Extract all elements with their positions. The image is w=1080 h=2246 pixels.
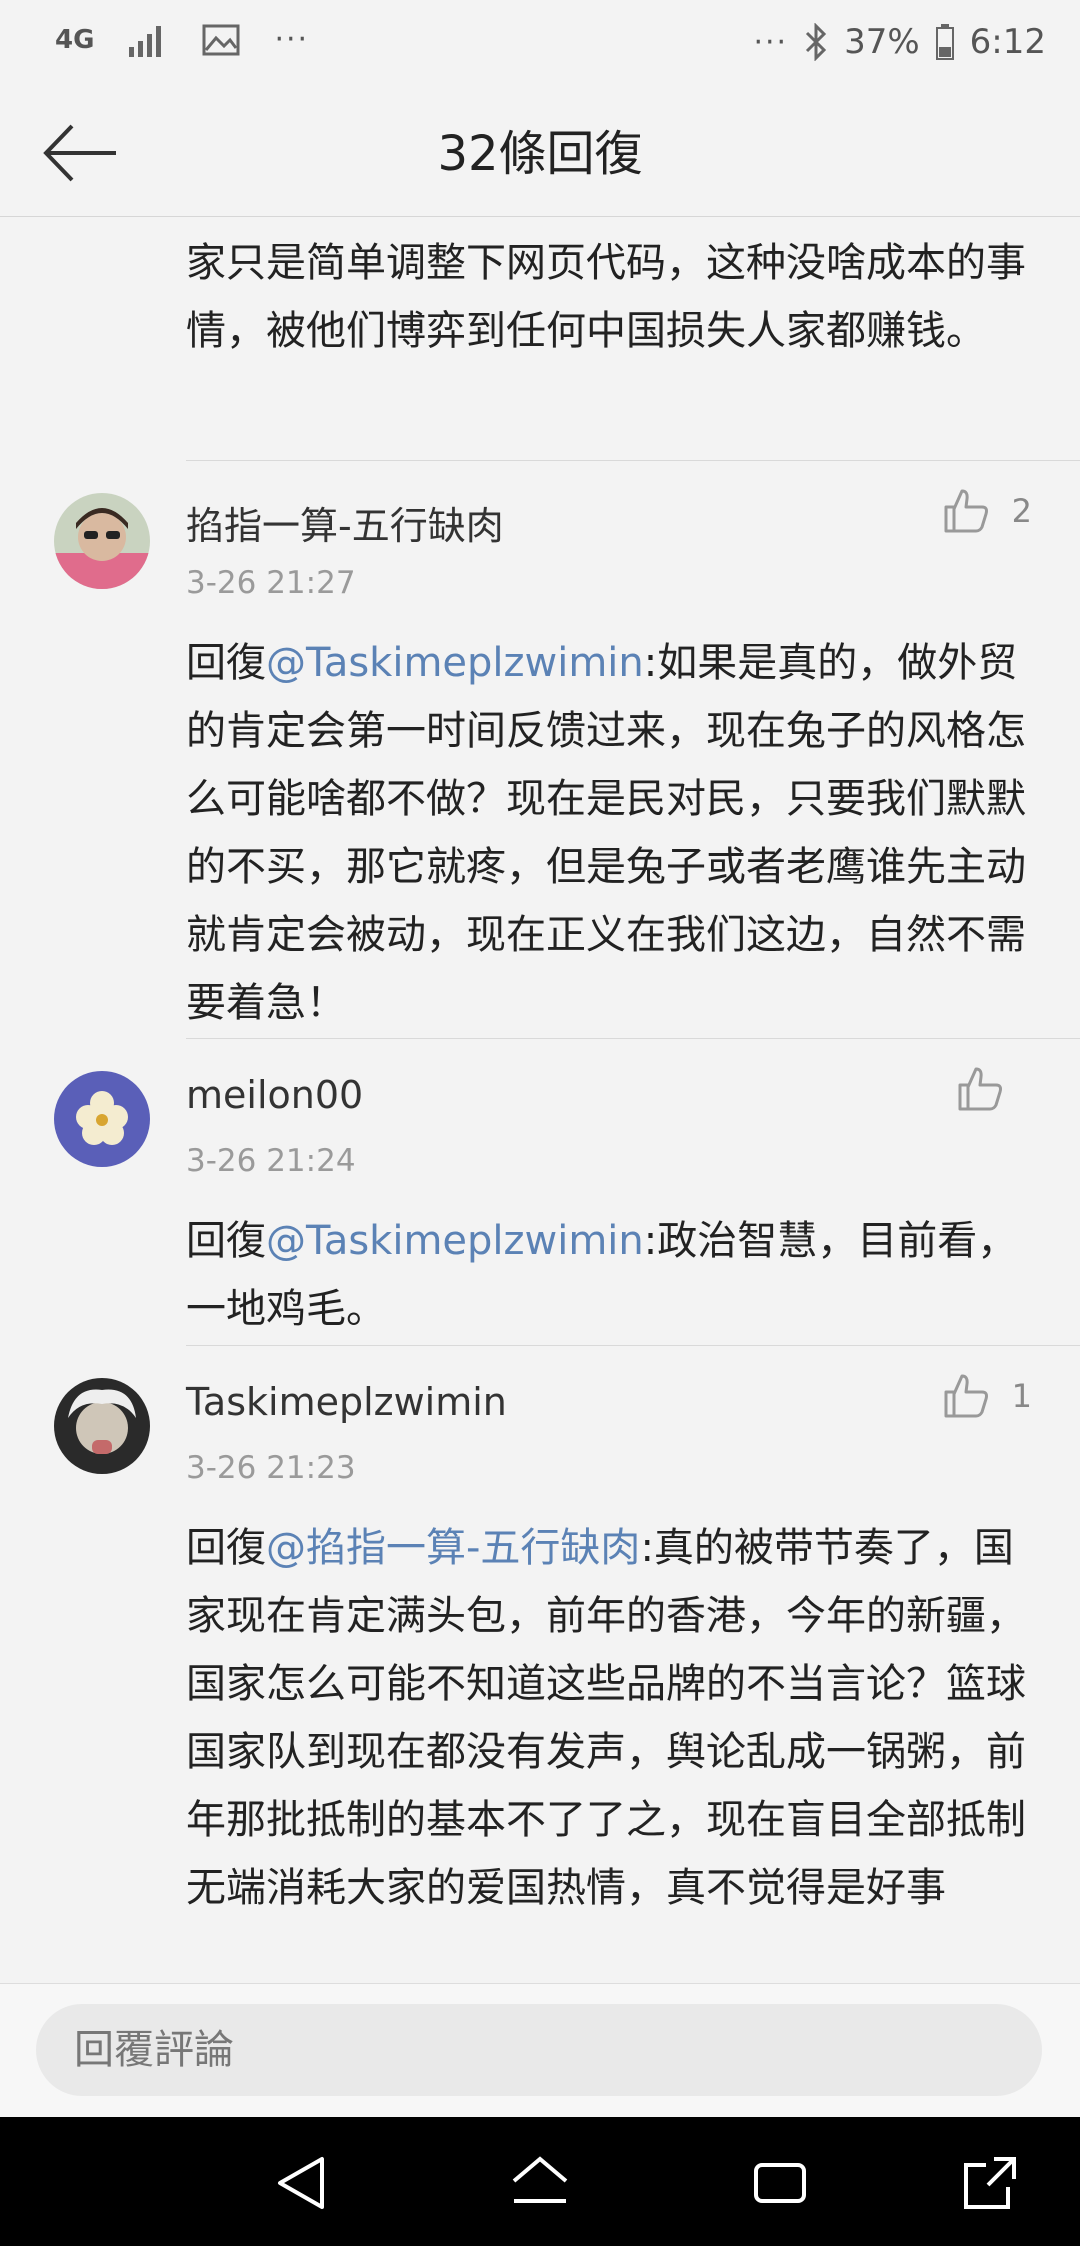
comment-timestamp: 3-26 21:27 <box>186 565 356 601</box>
reply-prefix: 回復 <box>186 1525 266 1571</box>
avatar[interactable] <box>54 493 150 589</box>
expand-icon[interactable] <box>958 2151 1022 2215</box>
like-button[interactable]: 1 <box>942 1372 1032 1420</box>
mention-link[interactable]: @掐指一算-五行缺肉 <box>266 1525 640 1571</box>
reply-bar: 回覆評論 <box>0 1983 1080 2118</box>
comment-username[interactable]: 掐指一算-五行缺肉 <box>186 495 504 550</box>
signal-icon <box>129 25 162 57</box>
mention-link[interactable]: @Taskimeplzwimin <box>266 1218 644 1264</box>
more-dots-icon: ··· <box>753 24 789 60</box>
thumbs-up-icon <box>944 1374 988 1418</box>
network-type: 4G <box>55 24 95 55</box>
back-icon[interactable] <box>270 2151 334 2215</box>
comment-timestamp: 3-26 21:24 <box>186 1143 356 1179</box>
like-count: 2 <box>1011 492 1032 530</box>
reply-input[interactable]: 回覆評論 <box>36 2004 1042 2096</box>
comment-body: :如果是真的，做外贸的肯定会第一时间反馈过来，现在兔子的风格怎么可能啥都不做？现… <box>186 640 1026 1026</box>
like-button[interactable] <box>956 1065 1026 1113</box>
comment-timestamp: 3-26 21:23 <box>186 1450 356 1486</box>
like-button[interactable]: 2 <box>942 487 1032 535</box>
image-icon <box>202 24 240 55</box>
comment-text: 回復@Taskimeplzwimin:如果是真的，做外贸的肯定会第一时间反馈过来… <box>186 629 1036 1037</box>
divider <box>186 1038 1080 1039</box>
reply-prefix: 回復 <box>186 1218 266 1264</box>
previous-comment-text: 未是能一復分是一包包兵兵不兵就为了一现在人家只是简单调整下网页代码，这种没啥成本… <box>186 217 1026 354</box>
comment-body: :真的被带节奏了，国家现在肯定满头包，前年的香港，今年的新疆，国家怎么可能不知道… <box>186 1525 1026 1911</box>
system-nav-bar <box>0 2117 1080 2246</box>
battery-icon <box>935 24 954 60</box>
battery-percent: 37% <box>844 22 920 62</box>
thumbs-up-icon <box>944 489 988 533</box>
top-bar: 32條回復 <box>0 90 1080 217</box>
avatar[interactable] <box>54 1378 150 1474</box>
avatar[interactable] <box>54 1071 150 1167</box>
status-bar: 4G ··· ··· 37% 6:12 <box>0 0 1080 90</box>
thumbs-up-icon <box>958 1067 1002 1111</box>
mention-link[interactable]: @Taskimeplzwimin <box>266 640 644 686</box>
bluetooth-icon <box>806 23 827 61</box>
reply-prefix: 回復 <box>186 640 266 686</box>
divider <box>186 460 1080 461</box>
divider <box>186 1345 1080 1346</box>
recent-apps-icon[interactable] <box>748 2151 812 2215</box>
comment-text: 回復@掐指一算-五行缺肉:真的被带节奏了，国家现在肯定满头包，前年的香港，今年的… <box>186 1514 1036 1922</box>
page-title: 32條回復 <box>437 126 643 182</box>
clock: 6:12 <box>969 22 1046 62</box>
home-icon[interactable] <box>508 2151 572 2215</box>
like-count: 1 <box>1011 1377 1032 1415</box>
comment-username[interactable]: Taskimeplzwimin <box>186 1380 507 1424</box>
comment-username[interactable]: meilon00 <box>186 1073 363 1117</box>
comment-text: 回復@Taskimeplzwimin:政治智慧，目前看，一地鸡毛。 <box>186 1207 1036 1343</box>
comment-list[interactable]: 未是能一復分是一包包兵兵不兵就为了一现在人家只是简单调整下网页代码，这种没啥成本… <box>0 217 1080 1983</box>
more-dots-icon: ··· <box>274 22 310 57</box>
